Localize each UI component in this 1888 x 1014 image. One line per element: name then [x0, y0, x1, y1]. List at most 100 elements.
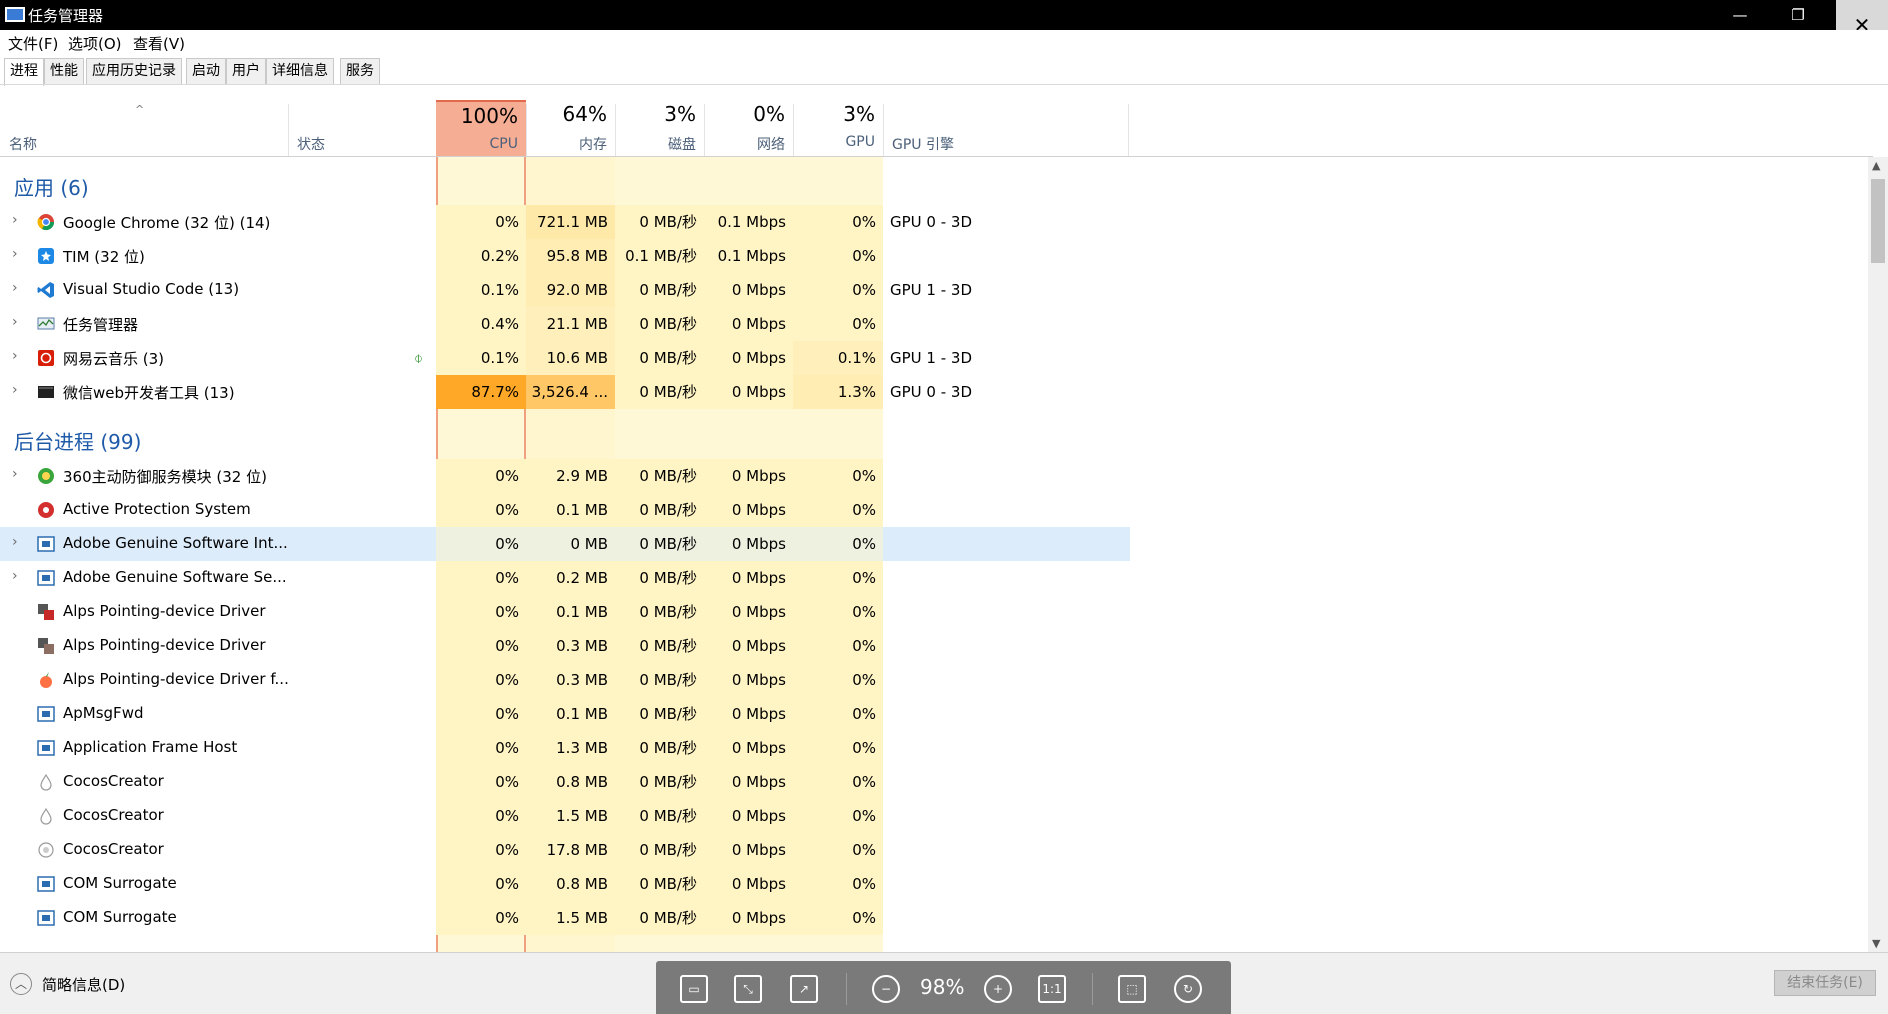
table-row[interactable]: CocosCreator 0% 17.8 MB 0 MB/秒 0 Mbps 0% [0, 833, 1130, 867]
disk-cell: 0 MB/秒 [615, 595, 704, 629]
app-window-icon [37, 536, 55, 552]
chrome-icon [37, 214, 55, 231]
table-row[interactable]: › Google Chrome (32 位) (14) 0% 721.1 MB … [0, 205, 1130, 239]
group-background-processes[interactable]: 后台进程 (99) [14, 426, 141, 455]
table-row[interactable]: ApMsgFwd 0% 0.1 MB 0 MB/秒 0 Mbps 0% [0, 697, 1130, 731]
cpu-cell: 0.4% [436, 307, 526, 341]
table-row[interactable]: › 网易云音乐 (3) ⌽ 0.1% 10.6 MB 0 MB/秒 0 Mbps… [0, 341, 1130, 375]
mem-cell: 721.1 MB [526, 205, 615, 239]
toolbar-divider [846, 973, 847, 1005]
expand-icon[interactable]: › [12, 534, 18, 550]
expand-icon[interactable]: › [12, 348, 18, 364]
table-row[interactable]: › 微信web开发者工具 (13) 87.7% 3,526.4 ... 0 MB… [0, 375, 1130, 409]
vertical-scrollbar[interactable]: ▲ ▼ [1868, 157, 1888, 952]
expand-icon[interactable]: › [12, 466, 18, 482]
minimize-button[interactable]: — [1714, 0, 1766, 30]
table-row[interactable]: Active Protection System 0% 0.1 MB 0 MB/… [0, 493, 1130, 527]
header-status[interactable]: 状态 [288, 100, 436, 157]
fit-screen-icon[interactable]: ⬚ [1118, 975, 1146, 1003]
tab-services[interactable]: 服务 [340, 58, 380, 84]
expand-icon[interactable]: › [12, 212, 18, 228]
end-task-button[interactable]: 结束任务(E) [1774, 970, 1876, 996]
zoom-out-icon[interactable]: − [872, 975, 900, 1003]
tab-performance[interactable]: 性能 [44, 58, 84, 84]
table-row[interactable]: Alps Pointing-device Driver f... 0% 0.3 … [0, 663, 1130, 697]
header-gpu-engine[interactable]: GPU 引擎 [883, 100, 1128, 157]
table-row-selected[interactable]: › Adobe Genuine Software Int... 0% 0 MB … [0, 527, 1130, 561]
save-icon[interactable]: ▭ [680, 975, 708, 1003]
menu-file[interactable]: 文件(F) [8, 33, 58, 54]
gpu-cell: 0% [793, 493, 883, 527]
disk-cell: 0.1 MB/秒 [615, 239, 704, 273]
chevron-up-icon[interactable]: ︿ [10, 973, 32, 995]
table-row[interactable]: Application Frame Host 0% 1.3 MB 0 MB/秒 … [0, 731, 1130, 765]
share-icon[interactable]: ↗ [790, 975, 818, 1003]
disk-cell: 0 MB/秒 [615, 833, 704, 867]
maximize-button[interactable]: ❐ [1772, 0, 1824, 30]
fewer-details-link[interactable]: 简略信息(D) [42, 974, 125, 995]
zoom-in-icon[interactable]: + [984, 975, 1012, 1003]
scroll-thumb[interactable] [1871, 179, 1885, 263]
header-name[interactable]: 名称 [0, 100, 288, 157]
scroll-down-icon[interactable]: ▼ [1872, 937, 1880, 950]
table-row[interactable]: Alps Pointing-device Driver 0% 0.3 MB 0 … [0, 629, 1130, 663]
mem-cell: 92.0 MB [526, 273, 615, 307]
gpu-cell: 0% [793, 595, 883, 629]
menu-view[interactable]: 查看(V) [133, 33, 185, 54]
zoom-level: 98% [920, 975, 965, 999]
table-row[interactable]: CocosCreator 0% 0.8 MB 0 MB/秒 0 Mbps 0% [0, 765, 1130, 799]
rotate-icon[interactable]: ↻ [1174, 975, 1202, 1003]
process-name: Alps Pointing-device Driver [63, 602, 266, 620]
cocos-creator-icon [38, 842, 54, 858]
resize-icon[interactable]: ⤡ [734, 975, 762, 1003]
expand-icon[interactable]: › [12, 382, 18, 398]
net-cell: 0 Mbps [704, 833, 793, 867]
alps-fruit-icon [40, 672, 52, 688]
table-row[interactable]: › Visual Studio Code (13) 0.1% 92.0 MB 0… [0, 273, 1130, 307]
disk-cell: 0 MB/秒 [615, 629, 704, 663]
table-row[interactable]: COM Surrogate 0% 0.8 MB 0 MB/秒 0 Mbps 0% [0, 867, 1130, 901]
tab-app-history[interactable]: 应用历史记录 [86, 58, 182, 84]
process-name: 任务管理器 [63, 316, 139, 334]
header-disk[interactable]: 3% 磁盘 [615, 100, 704, 157]
expand-icon[interactable]: › [12, 246, 18, 262]
header-cpu[interactable]: 100% CPU [436, 100, 526, 157]
expand-icon[interactable]: › [12, 280, 18, 296]
mem-cell: 0.3 MB [526, 629, 615, 663]
cpu-cell: 0% [436, 493, 526, 527]
protection-icon [38, 502, 54, 518]
expand-icon[interactable]: › [12, 314, 18, 330]
process-name: Active Protection System [63, 500, 251, 518]
tab-processes[interactable]: 进程 [4, 58, 44, 86]
disk-cell: 0 MB/秒 [615, 731, 704, 765]
menu-options[interactable]: 选项(O) [68, 33, 122, 54]
header-gpu[interactable]: 3% GPU [793, 100, 883, 157]
table-row[interactable]: › TIM (32 位) 0.2% 95.8 MB 0.1 MB/秒 0.1 M… [0, 239, 1130, 273]
disk-cell: 0 MB/秒 [615, 375, 704, 409]
gpu-cell: 0% [793, 307, 883, 341]
net-cell: 0 Mbps [704, 765, 793, 799]
table-row[interactable]: Alps Pointing-device Driver 0% 0.1 MB 0 … [0, 595, 1130, 629]
group-apps[interactable]: 应用 (6) [14, 172, 89, 201]
tab-users[interactable]: 用户 [226, 58, 266, 84]
table-row[interactable]: COM Surrogate 0% 1.5 MB 0 MB/秒 0 Mbps 0% [0, 901, 1130, 935]
net-cell: 0 Mbps [704, 341, 793, 375]
net-cell: 0 Mbps [704, 629, 793, 663]
net-cell: 0 Mbps [704, 595, 793, 629]
table-row[interactable]: › 360主动防御服务模块 (32 位) 0% 2.9 MB 0 MB/秒 0 … [0, 459, 1130, 493]
header-divider [288, 104, 289, 156]
tab-startup[interactable]: 启动 [186, 58, 226, 84]
table-row[interactable]: CocosCreator 0% 1.5 MB 0 MB/秒 0 Mbps 0% [0, 799, 1130, 833]
table-row[interactable]: › 任务管理器 0.4% 21.1 MB 0 MB/秒 0 Mbps 0% [0, 307, 1130, 341]
tab-details[interactable]: 详细信息 [266, 58, 334, 84]
mem-cell: 21.1 MB [526, 307, 615, 341]
process-name: ApMsgFwd [63, 704, 144, 722]
actual-size-button[interactable]: 1:1 [1038, 975, 1066, 1003]
gpu-cell: 0% [793, 239, 883, 273]
table-row[interactable]: › Adobe Genuine Software Se... 0% 0.2 MB… [0, 561, 1130, 595]
scroll-up-icon[interactable]: ▲ [1872, 159, 1880, 172]
expand-icon[interactable]: › [12, 568, 18, 584]
header-network[interactable]: 0% 网络 [704, 100, 793, 157]
mem-cell: 0.2 MB [526, 561, 615, 595]
header-memory[interactable]: 64% 内存 [526, 100, 615, 157]
